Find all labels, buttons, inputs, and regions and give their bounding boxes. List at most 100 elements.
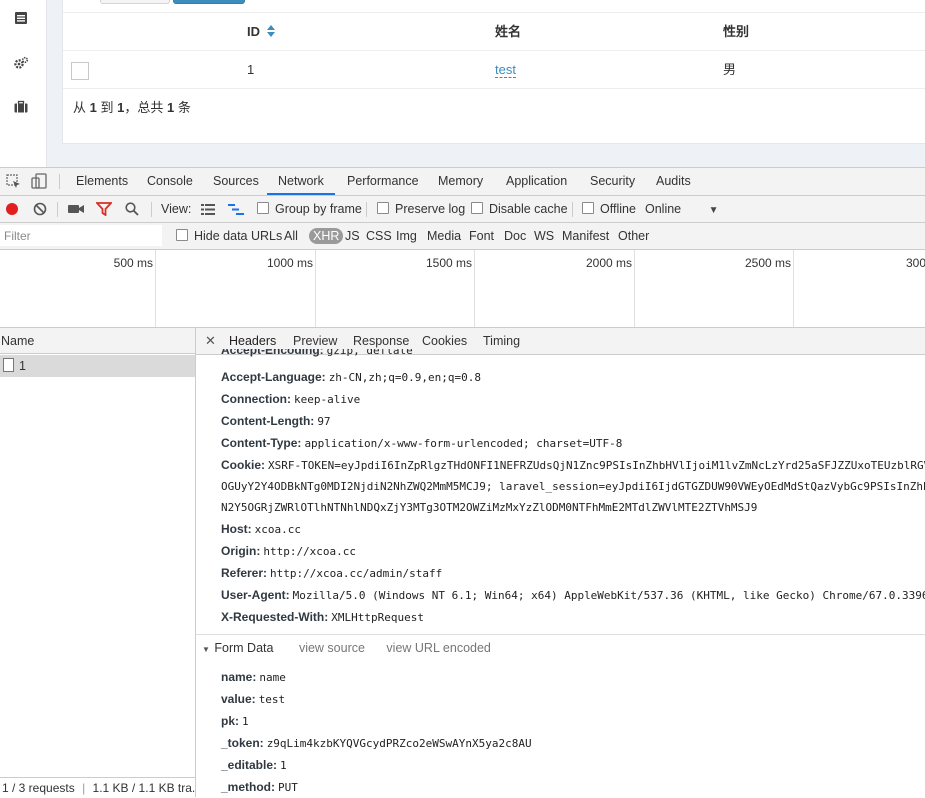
cell-gender: 男 <box>723 62 737 77</box>
cookie-continuation: OGUyY2Y4ODBkNTg0MDI2NjdiN2NhZWQ2MmM5MCJ9… <box>221 480 925 493</box>
view-url-encoded-link[interactable]: view URL encoded <box>386 641 490 655</box>
list-icon[interactable] <box>13 10 29 26</box>
large-request-rows-icon[interactable] <box>201 204 215 218</box>
editable-name-link[interactable]: test <box>495 62 516 78</box>
filter-type-font[interactable]: Font <box>469 223 494 249</box>
checkbox-box[interactable] <box>176 229 188 241</box>
network-filter-bar: Hide data URLs All XHR JS CSS Img Media … <box>0 223 925 250</box>
header-line: User-Agent: Mozilla/5.0 (Windows NT 6.1; … <box>221 588 925 602</box>
tab-elements[interactable]: Elements <box>76 168 128 195</box>
status-separator: | <box>82 781 86 795</box>
filter-type-manifest[interactable]: Manifest <box>562 223 609 249</box>
checkbox-box[interactable] <box>582 202 594 214</box>
filter-type-img[interactable]: Img <box>396 223 417 249</box>
separator <box>572 202 573 217</box>
cell-id: 1 <box>247 62 255 77</box>
filter-icon[interactable] <box>94 202 114 219</box>
filter-type-css[interactable]: CSS <box>366 223 392 249</box>
header-line: X-Requested-With: XMLHttpRequest <box>221 610 424 624</box>
record-icon[interactable] <box>5 202 19 219</box>
device-toolbar-icon[interactable] <box>31 173 47 192</box>
tab-application[interactable]: Application <box>506 168 567 195</box>
checkbox-box[interactable] <box>257 202 269 214</box>
dropdown-arrow-icon: ▼ <box>708 205 719 216</box>
column-header-id[interactable]: ID <box>247 13 275 50</box>
request-list: Name 1 1 / 3 requests | 1.1 KB / 1.1 KB … <box>0 328 196 798</box>
clear-icon[interactable] <box>33 202 47 219</box>
throttling-select[interactable]: Online ▼ <box>645 196 719 222</box>
grid-line <box>634 250 635 327</box>
filter-type-doc[interactable]: Doc <box>504 223 526 249</box>
staff-table: ID 姓名 性别 1 test 男 <box>63 12 925 89</box>
tab-memory[interactable]: Memory <box>438 168 483 195</box>
briefcase-icon[interactable] <box>13 99 29 115</box>
inspect-element-icon[interactable] <box>6 174 21 192</box>
header-line: Host: xcoa.cc <box>221 522 302 536</box>
tab-network[interactable]: Network <box>267 168 335 195</box>
cell-name: test <box>495 51 516 88</box>
filter-type-all[interactable]: All <box>284 223 298 249</box>
timeline-tick: 300 <box>906 256 925 270</box>
form-data-field: name: name <box>221 670 286 684</box>
filter-input[interactable] <box>0 225 162 246</box>
checkbox-box[interactable] <box>471 202 483 214</box>
header-line: Content-Length: 97 <box>221 414 331 428</box>
filter-type-other[interactable]: Other <box>618 223 649 249</box>
column-header-gender: 性别 <box>723 24 750 39</box>
timeline-tick: 2500 ms <box>744 256 791 270</box>
request-row[interactable]: 1 <box>0 355 195 377</box>
waterfall-overview-icon[interactable] <box>228 204 244 218</box>
tab-performance[interactable]: Performance <box>347 168 419 195</box>
table-row: 1 test 男 <box>63 51 925 89</box>
filter-type-media[interactable]: Media <box>427 223 461 249</box>
separator <box>57 202 58 217</box>
gears-icon[interactable] <box>13 55 29 71</box>
header-line: Accept-Language: zh-CN,zh;q=0.9,en;q=0.8 <box>221 370 482 384</box>
grid-line <box>474 250 475 327</box>
timeline-overview[interactable]: 500 ms 1000 ms 1500 ms 2000 ms 2500 ms 3… <box>0 250 925 328</box>
web-app-area: ID 姓名 性别 1 test 男 从 1 到 1，总共 1 条 <box>0 0 925 167</box>
tab-cookies[interactable]: Cookies <box>422 328 467 354</box>
view-source-link[interactable]: view source <box>299 641 365 655</box>
preserve-log-checkbox[interactable]: Preserve log <box>377 196 465 222</box>
tab-console[interactable]: Console <box>147 168 193 195</box>
group-by-frame-checkbox[interactable]: Group by frame <box>257 196 362 222</box>
form-data-field: _editable: 1 <box>221 758 287 772</box>
form-data-field: pk: 1 <box>221 714 249 728</box>
filter-type-js[interactable]: JS <box>345 223 360 249</box>
network-toolbar: View: Group by frame Preserve log Disabl… <box>0 196 925 223</box>
capture-screenshots-icon[interactable] <box>68 203 84 218</box>
name-column-header[interactable]: Name <box>0 328 195 354</box>
hide-data-urls-checkbox[interactable]: Hide data URLs <box>176 223 282 249</box>
form-data-field: value: test <box>221 692 286 706</box>
header-line: Content-Type: application/x-www-form-urle… <box>221 436 623 450</box>
grid-line <box>793 250 794 327</box>
checkbox-box[interactable] <box>377 202 389 214</box>
separator <box>151 202 152 217</box>
timeline-tick: 500 ms <box>113 256 153 270</box>
close-icon[interactable]: ✕ <box>205 333 216 349</box>
timeline-tick: 1000 ms <box>266 256 313 270</box>
filter-type-xhr[interactable]: XHR <box>309 223 344 249</box>
tab-audits[interactable]: Audits <box>656 168 691 195</box>
sort-icon[interactable] <box>266 14 275 51</box>
grid-line <box>315 250 316 327</box>
tab-timing[interactable]: Timing <box>483 328 520 354</box>
form-data-section-header[interactable]: ▼ Form Data view source view URL encoded <box>196 634 925 661</box>
offline-checkbox[interactable]: Offline <box>582 196 636 222</box>
timeline-tick: 1500 ms <box>425 256 472 270</box>
form-data-field: _token: z9qLim4kzbKYQVGcydPRZco2eWSwAYnX5… <box>221 736 532 750</box>
header-line: Referer: http://xcoa.cc/admin/staff <box>221 566 443 580</box>
devtools-panel: Elements Console Sources Network Perform… <box>0 167 925 798</box>
toolbar-primary-button[interactable] <box>173 0 245 4</box>
app-sidebar <box>0 0 47 167</box>
tab-security[interactable]: Security <box>590 168 635 195</box>
separator <box>59 174 60 189</box>
filter-type-ws[interactable]: WS <box>534 223 554 249</box>
search-icon[interactable] <box>125 202 139 219</box>
disable-cache-checkbox[interactable]: Disable cache <box>471 196 568 222</box>
tab-sources[interactable]: Sources <box>213 168 259 195</box>
toolbar-button[interactable] <box>100 0 170 4</box>
header-line: Connection: keep-alive <box>221 392 361 406</box>
row-checkbox[interactable] <box>71 62 89 80</box>
